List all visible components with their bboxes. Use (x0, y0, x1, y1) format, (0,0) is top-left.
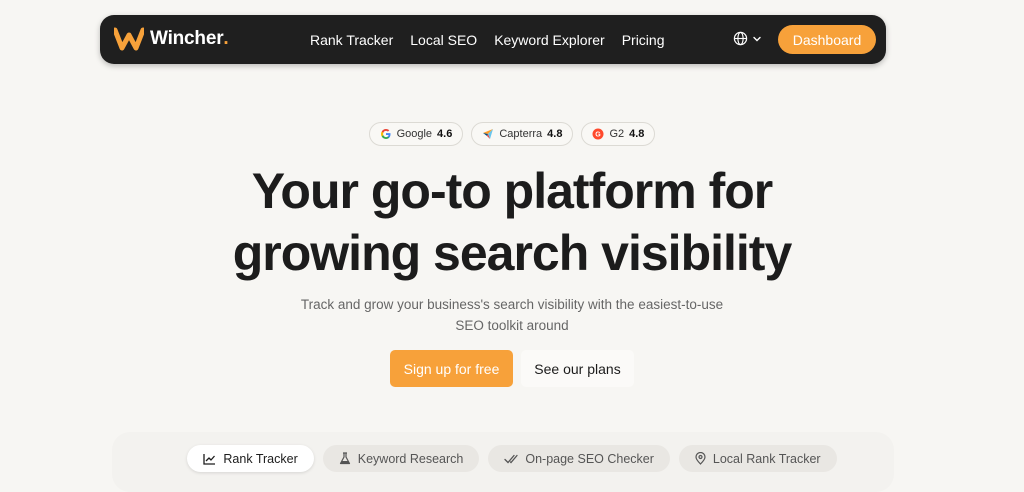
tab-label: Rank Tracker (223, 451, 298, 466)
tab-label: Keyword Research (357, 451, 464, 466)
see-plans-button[interactable]: See our plans (521, 350, 634, 387)
rating-name: Google (396, 128, 433, 140)
rating-badge-g2[interactable]: G G2 4.8 (581, 122, 656, 146)
g2-icon: G (592, 128, 604, 140)
capterra-icon (483, 129, 494, 139)
language-selector[interactable] (733, 31, 762, 46)
cta-row: Sign up for free See our plans (0, 350, 1024, 387)
top-navbar: Wincher. Rank Tracker Local SEO Keyword … (100, 15, 886, 64)
ratings-row: Google 4.6 Capterra 4.8 G G2 4.8 (0, 122, 1024, 146)
rating-score: 4.6 (437, 128, 453, 140)
tab-rank-tracker[interactable]: Rank Tracker (187, 445, 314, 472)
hero-title-line: growing search visibility (232, 225, 793, 281)
wincher-logo-icon (114, 27, 144, 51)
rating-name: G2 (609, 128, 625, 140)
hero-title-line: Your go-to platform for (251, 163, 773, 219)
wincher-logo[interactable]: Wincher. (114, 27, 229, 51)
rating-score: 4.8 (547, 128, 563, 140)
brand-name: Wincher (150, 28, 224, 49)
tab-local-rank-tracker[interactable]: Local Rank Tracker (678, 445, 837, 472)
tab-label: Local Rank Tracker (712, 451, 821, 466)
chart-line-icon (203, 453, 216, 465)
svg-text:G: G (596, 132, 602, 139)
rating-badge-google[interactable]: Google 4.6 (368, 122, 464, 146)
hero-subtitle: Track and grow your business's search vi… (0, 294, 1024, 336)
location-pin-icon (695, 452, 706, 465)
nav-link-keyword-explorer[interactable]: Keyword Explorer (494, 32, 605, 48)
tab-keyword-research[interactable]: Keyword Research (322, 445, 480, 472)
rating-badge-capterra[interactable]: Capterra 4.8 (471, 122, 574, 146)
double-check-icon (504, 454, 519, 463)
hero-subtitle-line: Track and grow your business's search vi… (300, 297, 724, 312)
nav-link-rank-tracker[interactable]: Rank Tracker (310, 32, 393, 48)
tab-on-page-seo-checker[interactable]: On-page SEO Checker (488, 445, 670, 472)
rating-score: 4.8 (629, 128, 645, 140)
chevron-down-icon (753, 36, 761, 41)
brand-dot: . (223, 28, 229, 49)
nav-links: Rank Tracker Local SEO Keyword Explorer … (310, 15, 681, 64)
nav-link-local-seo[interactable]: Local SEO (410, 32, 477, 48)
dashboard-button[interactable]: Dashboard (778, 25, 876, 54)
feature-tabs: Rank Tracker Keyword Research On-page SE… (0, 445, 1024, 472)
flask-icon (339, 452, 350, 465)
globe-icon (733, 31, 748, 46)
google-icon (380, 129, 391, 139)
tab-label: On-page SEO Checker (525, 451, 654, 466)
hero-subtitle-line: SEO toolkit around (455, 318, 569, 333)
hero-title: Your go-to platform for growing search v… (0, 160, 1024, 284)
nav-link-pricing[interactable]: Pricing (622, 32, 665, 48)
rating-name: Capterra (499, 128, 543, 140)
sign-up-button[interactable]: Sign up for free (390, 350, 513, 387)
